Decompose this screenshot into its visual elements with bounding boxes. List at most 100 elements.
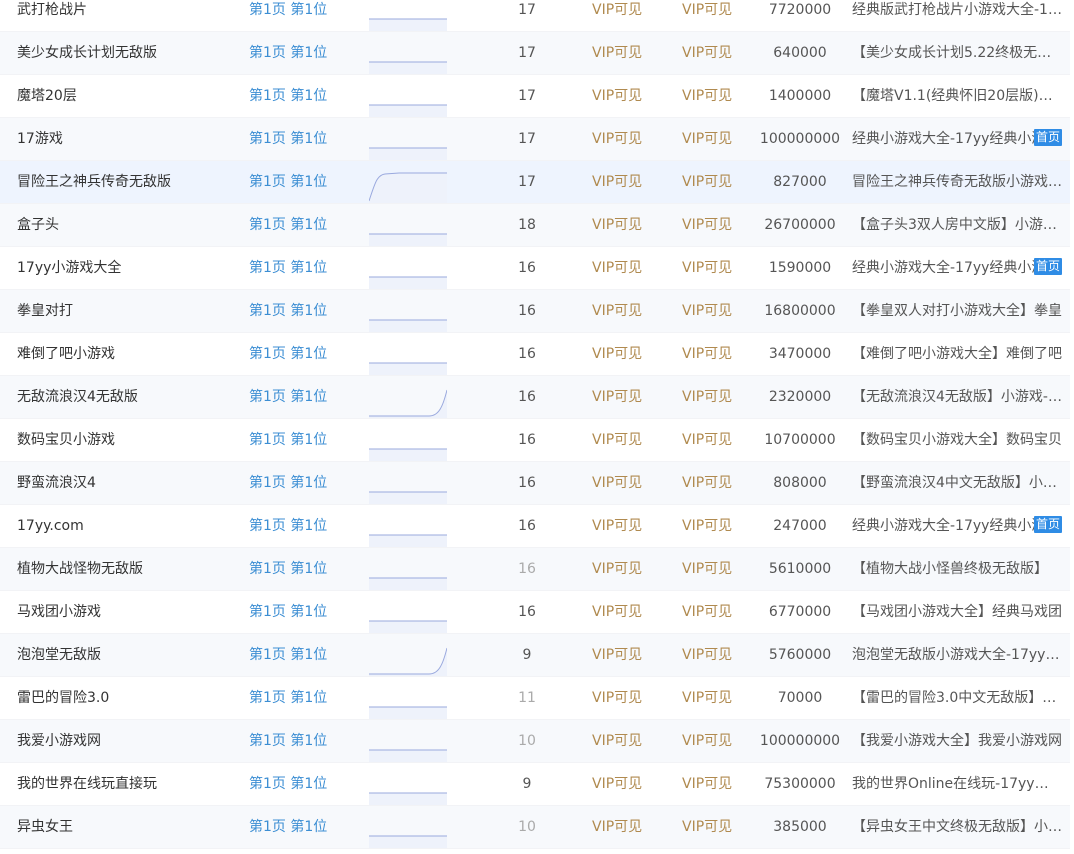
rank-page-link[interactable]: 第1页 bbox=[249, 690, 286, 706]
vip-visible-link[interactable]: VIP可见 bbox=[682, 505, 752, 548]
rank-position-link[interactable]: 第1位 bbox=[290, 819, 327, 835]
rank-page-link[interactable]: 第1页 bbox=[249, 776, 286, 792]
vip-visible-link[interactable]: VIP可见 bbox=[682, 290, 752, 333]
rank-position-link[interactable]: 第1位 bbox=[290, 776, 327, 792]
vip-visible-link[interactable]: VIP可见 bbox=[682, 32, 752, 75]
vip-visible-link[interactable]: VIP可见 bbox=[592, 634, 662, 677]
rank-cell[interactable]: 第1页 第1位 bbox=[249, 505, 359, 548]
vip-visible-link[interactable]: VIP可见 bbox=[682, 376, 752, 419]
page-title-cell[interactable]: 【野蛮流浪汉4中文无敌版】小游戏 bbox=[852, 462, 1062, 505]
rank-page-link[interactable]: 第1页 bbox=[249, 260, 286, 276]
vip-visible-link[interactable]: VIP可见 bbox=[682, 634, 752, 677]
rank-cell[interactable]: 第1页 第1位 bbox=[249, 118, 359, 161]
rank-cell[interactable]: 第1页 第1位 bbox=[249, 32, 359, 75]
rank-position-link[interactable]: 第1位 bbox=[290, 690, 327, 706]
page-title-cell[interactable]: 经典版武打枪战片小游戏大全-17yy经典小游戏 bbox=[852, 0, 1062, 32]
rank-position-link[interactable]: 第1位 bbox=[290, 518, 327, 534]
page-title-cell[interactable]: 【魔塔V1.1(经典怀旧20层版)】-17yy bbox=[852, 75, 1062, 118]
rank-position-link[interactable]: 第1位 bbox=[290, 2, 327, 18]
scrollbar-track[interactable] bbox=[1070, 0, 1074, 854]
vip-visible-link[interactable]: VIP可见 bbox=[592, 419, 662, 462]
rank-cell[interactable]: 第1页 第1位 bbox=[249, 333, 359, 376]
rank-position-link[interactable]: 第1位 bbox=[290, 303, 327, 319]
vip-visible-link[interactable]: VIP可见 bbox=[682, 548, 752, 591]
vip-visible-link[interactable]: VIP可见 bbox=[682, 118, 752, 161]
rank-page-link[interactable]: 第1页 bbox=[249, 561, 286, 577]
rank-page-link[interactable]: 第1页 bbox=[249, 2, 286, 18]
vip-visible-link[interactable]: VIP可见 bbox=[592, 204, 662, 247]
rank-cell[interactable]: 第1页 第1位 bbox=[249, 591, 359, 634]
rank-cell[interactable]: 第1页 第1位 bbox=[249, 462, 359, 505]
vip-visible-link[interactable]: VIP可见 bbox=[682, 247, 752, 290]
vip-visible-link[interactable]: VIP可见 bbox=[592, 677, 662, 720]
vip-visible-link[interactable]: VIP可见 bbox=[682, 591, 752, 634]
rank-cell[interactable]: 第1页 第1位 bbox=[249, 419, 359, 462]
vip-visible-link[interactable]: VIP可见 bbox=[682, 419, 752, 462]
page-title-cell[interactable]: 经典小游戏大全-17yy经典小游戏 bbox=[852, 505, 1062, 548]
vip-visible-link[interactable]: VIP可见 bbox=[592, 32, 662, 75]
rank-position-link[interactable]: 第1位 bbox=[290, 389, 327, 405]
page-title-cell[interactable]: 我的世界Online在线玩-17yy小游戏 bbox=[852, 763, 1062, 806]
rank-cell[interactable]: 第1页 第1位 bbox=[249, 75, 359, 118]
rank-cell[interactable]: 第1页 第1位 bbox=[249, 247, 359, 290]
vip-visible-link[interactable]: VIP可见 bbox=[592, 763, 662, 806]
vip-visible-link[interactable]: VIP可见 bbox=[682, 204, 752, 247]
vip-visible-link[interactable]: VIP可见 bbox=[592, 290, 662, 333]
rank-page-link[interactable]: 第1页 bbox=[249, 518, 286, 534]
vip-visible-link[interactable]: VIP可见 bbox=[592, 548, 662, 591]
vip-visible-link[interactable]: VIP可见 bbox=[682, 677, 752, 720]
rank-page-link[interactable]: 第1页 bbox=[249, 733, 286, 749]
rank-position-link[interactable]: 第1位 bbox=[290, 475, 327, 491]
rank-page-link[interactable]: 第1页 bbox=[249, 217, 286, 233]
page-title-cell[interactable]: 经典小游戏大全-17yy经典小游戏 bbox=[852, 247, 1062, 290]
vip-visible-link[interactable]: VIP可见 bbox=[682, 161, 752, 204]
rank-cell[interactable]: 第1页 第1位 bbox=[249, 763, 359, 806]
page-title-cell[interactable]: 【植物大战小怪兽终极无敌版】 bbox=[852, 548, 1062, 591]
vip-visible-link[interactable]: VIP可见 bbox=[592, 505, 662, 548]
vip-visible-link[interactable]: VIP可见 bbox=[682, 0, 752, 32]
vip-visible-link[interactable]: VIP可见 bbox=[592, 161, 662, 204]
vip-visible-link[interactable]: VIP可见 bbox=[592, 333, 662, 376]
page-title-cell[interactable]: 【无敌流浪汉4无敌版】小游戏-17yy bbox=[852, 376, 1062, 419]
rank-page-link[interactable]: 第1页 bbox=[249, 432, 286, 448]
page-title-cell[interactable]: 经典小游戏大全-17yy经典小游戏 bbox=[852, 118, 1062, 161]
rank-position-link[interactable]: 第1位 bbox=[290, 647, 327, 663]
rank-cell[interactable]: 第1页 第1位 bbox=[249, 634, 359, 677]
page-title-cell[interactable]: 【马戏团小游戏大全】经典马戏团 bbox=[852, 591, 1062, 634]
rank-cell[interactable]: 第1页 第1位 bbox=[249, 806, 359, 849]
rank-page-link[interactable]: 第1页 bbox=[249, 303, 286, 319]
rank-position-link[interactable]: 第1位 bbox=[290, 561, 327, 577]
page-title-cell[interactable]: 【雷巴的冒险3.0中文无敌版】小游戏 bbox=[852, 677, 1062, 720]
vip-visible-link[interactable]: VIP可见 bbox=[592, 118, 662, 161]
page-title-cell[interactable]: 冒险王之神兵传奇无敌版小游戏大全 bbox=[852, 161, 1062, 204]
vip-visible-link[interactable]: VIP可见 bbox=[682, 806, 752, 849]
vip-visible-link[interactable]: VIP可见 bbox=[592, 806, 662, 849]
vip-visible-link[interactable]: VIP可见 bbox=[592, 247, 662, 290]
vip-visible-link[interactable]: VIP可见 bbox=[682, 333, 752, 376]
vip-visible-link[interactable]: VIP可见 bbox=[682, 75, 752, 118]
rank-position-link[interactable]: 第1位 bbox=[290, 88, 327, 104]
page-title-cell[interactable]: 【美少女成长计划5.22终极无敌版】 bbox=[852, 32, 1062, 75]
rank-cell[interactable]: 第1页 第1位 bbox=[249, 204, 359, 247]
page-title-cell[interactable]: 【数码宝贝小游戏大全】数码宝贝 bbox=[852, 419, 1062, 462]
vip-visible-link[interactable]: VIP可见 bbox=[682, 720, 752, 763]
page-title-cell[interactable]: 【异虫女王中文终极无敌版】小游戏 bbox=[852, 806, 1062, 849]
rank-page-link[interactable]: 第1页 bbox=[249, 346, 286, 362]
rank-cell[interactable]: 第1页 第1位 bbox=[249, 376, 359, 419]
rank-cell[interactable]: 第1页 第1位 bbox=[249, 677, 359, 720]
rank-cell[interactable]: 第1页 第1位 bbox=[249, 0, 359, 32]
rank-position-link[interactable]: 第1位 bbox=[290, 174, 327, 190]
vip-visible-link[interactable]: VIP可见 bbox=[592, 591, 662, 634]
rank-position-link[interactable]: 第1位 bbox=[290, 346, 327, 362]
rank-page-link[interactable]: 第1页 bbox=[249, 819, 286, 835]
rank-cell[interactable]: 第1页 第1位 bbox=[249, 548, 359, 591]
vip-visible-link[interactable]: VIP可见 bbox=[592, 720, 662, 763]
rank-position-link[interactable]: 第1位 bbox=[290, 45, 327, 61]
page-title-cell[interactable]: 【难倒了吧小游戏大全】难倒了吧 bbox=[852, 333, 1062, 376]
rank-page-link[interactable]: 第1页 bbox=[249, 131, 286, 147]
rank-page-link[interactable]: 第1页 bbox=[249, 389, 286, 405]
rank-page-link[interactable]: 第1页 bbox=[249, 647, 286, 663]
rank-position-link[interactable]: 第1位 bbox=[290, 260, 327, 276]
vip-visible-link[interactable]: VIP可见 bbox=[682, 462, 752, 505]
vip-visible-link[interactable]: VIP可见 bbox=[592, 376, 662, 419]
